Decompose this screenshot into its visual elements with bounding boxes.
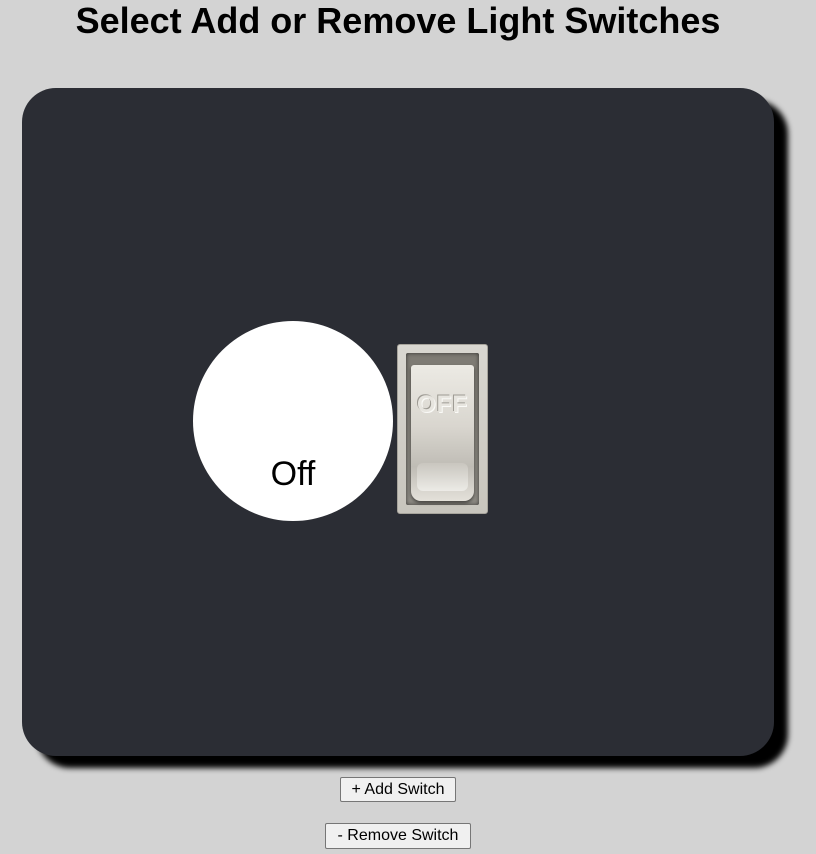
bulb-state-label: Off: [270, 455, 316, 493]
remove-switch-button[interactable]: - Remove Switch: [325, 823, 471, 849]
switch-slot: OFF: [406, 353, 479, 505]
light-bulb-indicator: Off: [193, 321, 393, 521]
switch-toggle-text: OFF: [417, 391, 468, 418]
switch-panel: Off OFF: [22, 88, 774, 756]
page-title: Select Add or Remove Light Switches: [75, 0, 721, 41]
page: Select Add or Remove Light Switches Off …: [0, 0, 816, 854]
add-switch-button[interactable]: + Add Switch: [340, 777, 456, 802]
light-switch[interactable]: OFF: [397, 344, 488, 514]
switch-toggle-lever[interactable]: OFF: [411, 365, 474, 501]
